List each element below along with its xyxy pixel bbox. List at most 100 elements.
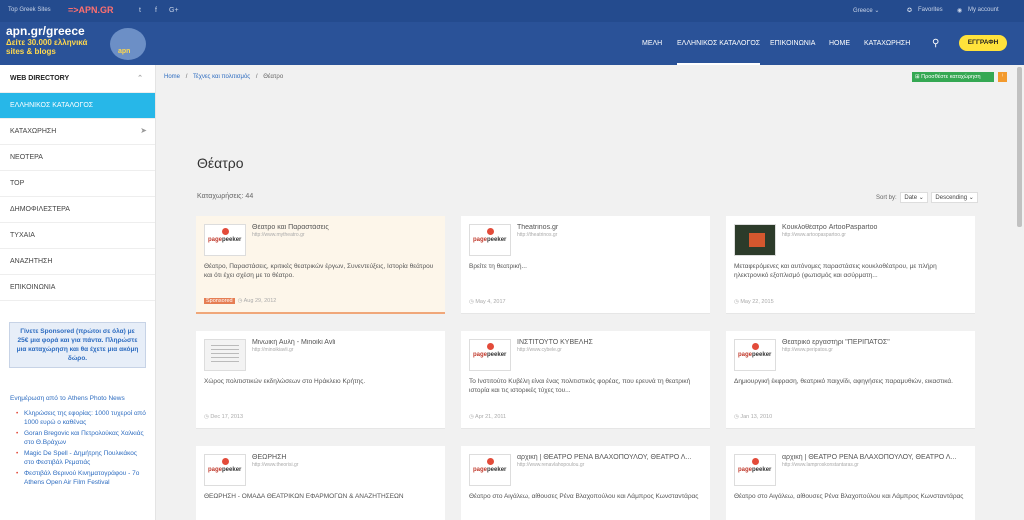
news-item[interactable]: Goran Bregovic και Πετρολούκας Χαλκιάς σ…	[16, 429, 148, 447]
listing-card[interactable]: pagepeeker Theatrinos.gr http://theatrinos…	[461, 216, 710, 314]
listing-title[interactable]: Θεατρικό εργαστήρι "ΠΕΡΙΠΑΤΟΣ"	[782, 339, 967, 346]
listing-title[interactable]: Theatrinos.gr	[517, 224, 702, 231]
listing-description: Μεταφερόμενες και αυτόνομες παραστάσεις …	[734, 263, 937, 279]
listing-thumbnail[interactable]: pagepeeker	[734, 224, 776, 256]
listing-date: ◷ Apr 21, 2011	[469, 414, 507, 420]
listing-card[interactable]: pagepeeker Θεατρικό εργαστήρι "ΠΕΡΙΠΑΤΟΣ"…	[726, 331, 975, 429]
apn-logo-link[interactable]: =>APN.GR	[68, 5, 114, 15]
nav-greek-directory[interactable]: ΕΛΛΗΝΙΚΟΣ ΚΑΤΑΛΟΓΟΣ	[677, 40, 761, 65]
listing-description: ΘΕΩΡΗΣΗ - ΟΜΑΔΑ ΘΕΑΤΡΙΚΩΝ ΕΦΑΡΜΟΓΩΝ & ΑΝ…	[204, 493, 404, 500]
listing-description: Χώρος πολιτιστικών εκδηλώσεων στο Ηράκλε…	[204, 378, 366, 385]
scrollbar[interactable]	[1015, 65, 1024, 520]
sidebar-item-contact[interactable]: ΕΠΙΚΟΙΝΩΝΙΑ	[0, 275, 155, 301]
sidebar-title: WEB DIRECTORY ⌃	[0, 65, 155, 93]
chevron-up-icon[interactable]: ⌃	[137, 74, 143, 82]
listing-description: Βρείτε τη θεατρική...	[469, 263, 527, 270]
listing-url: http://www.cybele.gr	[517, 347, 562, 353]
listing-url: http://www.lamproskonstantaras.gr	[782, 462, 859, 468]
main-header: apn.gr/greece Δείτε 30.000 ελληνικά site…	[0, 22, 1024, 65]
sort-label: Sort by:	[876, 195, 897, 201]
breadcrumb-home[interactable]: Home	[164, 74, 180, 80]
search-icon[interactable]: ⚲	[932, 38, 939, 49]
listing-card[interactable]: pagepeeker αρχική | ΘΕΑΤΡΟ ΡΕΝΑ ΒΛΑΧΟΠΟΥΛ…	[461, 446, 710, 520]
listing-footer: ◷ Apr 21, 2011	[469, 414, 506, 420]
listing-card[interactable]: pagepeeker Μινωική Αυλή - Minoiki Avlihtt…	[196, 331, 445, 429]
listing-description: Θέατρο στο Αιγάλεω, αίθουσες Ρένα Βλαχοπ…	[469, 493, 699, 500]
add-listing-button[interactable]: ⊞ Προσθέστε καταχώρηση	[912, 72, 994, 82]
listing-card[interactable]: pagepeeker αρχική | ΘΕΑΤΡΟ ΡΕΝΑ ΒΛΑΧΟΠΟΥΛ…	[726, 446, 975, 520]
breadcrumb-arts[interactable]: Τέχνες και πολιτισμός	[193, 74, 250, 80]
listing-url: http://minoikiavli.gr	[252, 347, 294, 353]
sidebar-item-search[interactable]: ΑΝΑΖΗΤΗΣΗ	[0, 249, 155, 275]
listing-title[interactable]: αρχική | ΘΕΑΤΡΟ ΡΕΝΑ ΒΛΑΧΟΠΟΥΛΟΥ, ΘΕΑΤΡΟ…	[517, 454, 702, 461]
listing-card[interactable]: pagepeeker Κουκλοθέατρο ArtooPaspartoohtt…	[726, 216, 975, 314]
listing-title[interactable]: Κουκλοθέατρο ArtooPaspartoo	[782, 224, 967, 231]
listing-thumbnail[interactable]: pagepeeker	[734, 454, 776, 486]
news-feed-title[interactable]: Ενημέρωση από το Athens Photo News	[10, 395, 125, 402]
listing-description: Θέατρο, Παραστάσεις, κριτικές θεατρικών …	[204, 263, 434, 279]
listing-date: ◷ May 22, 2015	[734, 299, 774, 305]
page-title: Θέατρο	[197, 155, 244, 171]
rss-icon[interactable]: ⁾	[998, 72, 1007, 82]
twitter-icon[interactable]: t	[139, 7, 141, 14]
nav-contact[interactable]: ΕΠΙΚΟΙΝΩΝΙΑ	[770, 40, 815, 47]
listing-thumbnail[interactable]: pagepeeker	[469, 339, 511, 371]
listing-url: http://www.peripatos.gr	[782, 347, 833, 353]
site-logo[interactable]: apn.gr/greece Δείτε 30.000 ελληνικά site…	[6, 24, 156, 64]
listing-card[interactable]: pagepeeker ΘΕΩΡΗΣΗ http://www.theorisi.gr Θ…	[196, 446, 445, 520]
sidebar-item-submit[interactable]: ΚΑΤΑΧΩΡΗΣΗ ➤	[0, 119, 155, 145]
listing-url: http://www.theorisi.gr	[252, 462, 299, 468]
listing-title[interactable]: ΙΝΣΤΙΤΟΥΤΟ ΚΥΒΕΛΗΣ	[517, 339, 702, 346]
sponsored-promo-box[interactable]: Γίνετε Sponsored (πρώτοι σε όλα) με 25€ …	[9, 322, 146, 368]
breadcrumb: Home / Τέχνες και πολιτισμός / Θέατρο	[164, 74, 287, 80]
listing-footer: ◷ May 4, 2017	[469, 299, 506, 305]
facebook-icon[interactable]: f	[155, 7, 157, 14]
sidebar: WEB DIRECTORY ⌃ ΕΛΛΗΝΙΚΟΣ ΚΑΤΑΛΟΓΟΣ ΚΑΤΑ…	[0, 65, 156, 520]
breadcrumb-separator: /	[255, 74, 258, 80]
listing-title[interactable]: Μινωική Αυλή - Minoiki Avli	[252, 339, 437, 346]
star-icon: ✪	[907, 8, 913, 14]
sidebar-item-newest[interactable]: ΝΕΟΤΕΡΑ	[0, 145, 155, 171]
listing-footer: ◷ May 22, 2015	[734, 299, 774, 305]
googleplus-icon[interactable]: G+	[169, 7, 179, 14]
breadcrumb-separator: /	[185, 74, 188, 80]
nav-home[interactable]: HOME	[829, 40, 850, 47]
sidebar-item-top[interactable]: TOP	[0, 171, 155, 197]
listing-card[interactable]: pagepeeker Θέατρο και Παραστάσεις http://w…	[196, 216, 445, 314]
nav-members[interactable]: ΜΕΛΗ	[642, 40, 662, 47]
listing-thumbnail[interactable]: pagepeeker	[734, 339, 776, 371]
listing-thumbnail[interactable]: pagepeeker	[469, 224, 511, 256]
listing-thumbnail[interactable]: pagepeeker	[469, 454, 511, 486]
top-bar: Top Greek Sites =>APN.GR t f G+ Greece ⌄…	[0, 0, 1024, 22]
listing-thumbnail[interactable]: pagepeeker	[204, 224, 246, 256]
top-greek-sites-link[interactable]: Top Greek Sites	[8, 7, 51, 13]
scrollbar-thumb[interactable]	[1017, 67, 1022, 227]
register-button[interactable]: ΕΓΓΡΑΦΗ	[959, 35, 1007, 51]
news-item[interactable]: Κληρώσεις της εφορίας: 1000 τυχεροί από …	[16, 409, 148, 427]
favorites-link[interactable]: Favorites	[918, 7, 943, 13]
news-list: Κληρώσεις της εφορίας: 1000 τυχεροί από …	[16, 409, 148, 489]
listing-date: ◷ Jan 13, 2010	[734, 414, 773, 420]
nav-submit[interactable]: ΚΑΤΑΧΩΡΗΣΗ	[864, 40, 910, 47]
sort-order-select[interactable]: Descending ⌄	[931, 192, 978, 203]
listing-thumbnail[interactable]: pagepeeker	[204, 339, 246, 371]
region-select[interactable]: Greece ⌄	[853, 7, 879, 14]
listing-description: Δημιουργική έκφραση, θεατρικό παιχνίδι, …	[734, 378, 953, 385]
listing-date: ◷ Dec 17, 2013	[204, 414, 244, 420]
listing-thumbnail[interactable]: pagepeeker	[204, 454, 246, 486]
news-item[interactable]: Magic De Spell - Δημήτρης Πουλικάκος στο…	[16, 449, 148, 467]
listing-date: ◷ Aug 29, 2012	[237, 298, 277, 304]
paper-plane-icon: ➤	[140, 126, 147, 135]
sidebar-item-popular[interactable]: ΔΗΜΟΦΙΛΕΣΤΕΡΑ	[0, 197, 155, 223]
news-item[interactable]: Φεστιβάλ Θερινού Κινηματογράφου - 7ο Ath…	[16, 469, 148, 487]
sidebar-item-greek-directory[interactable]: ΕΛΛΗΝΙΚΟΣ ΚΑΤΑΛΟΓΟΣ	[0, 93, 155, 119]
listing-card[interactable]: pagepeeker ΙΝΣΤΙΤΟΥΤΟ ΚΥΒΕΛΗΣ http://www.c…	[461, 331, 710, 429]
sidebar-item-random[interactable]: ΤΥΧΑΙΑ	[0, 223, 155, 249]
sort-field-select[interactable]: Date ⌄	[900, 192, 928, 203]
listing-title[interactable]: Θέατρο και Παραστάσεις	[252, 224, 437, 231]
sort-controls: Sort by: Date ⌄ Descending ⌄	[876, 192, 978, 203]
listing-title[interactable]: αρχική | ΘΕΑΤΡΟ ΡΕΝΑ ΒΛΑΧΟΠΟΥΛΟΥ, ΘΕΑΤΡΟ…	[782, 454, 967, 461]
my-account-link[interactable]: My account	[968, 7, 999, 13]
greece-map-badge: apn	[110, 28, 146, 60]
listing-title[interactable]: ΘΕΩΡΗΣΗ	[252, 454, 437, 461]
